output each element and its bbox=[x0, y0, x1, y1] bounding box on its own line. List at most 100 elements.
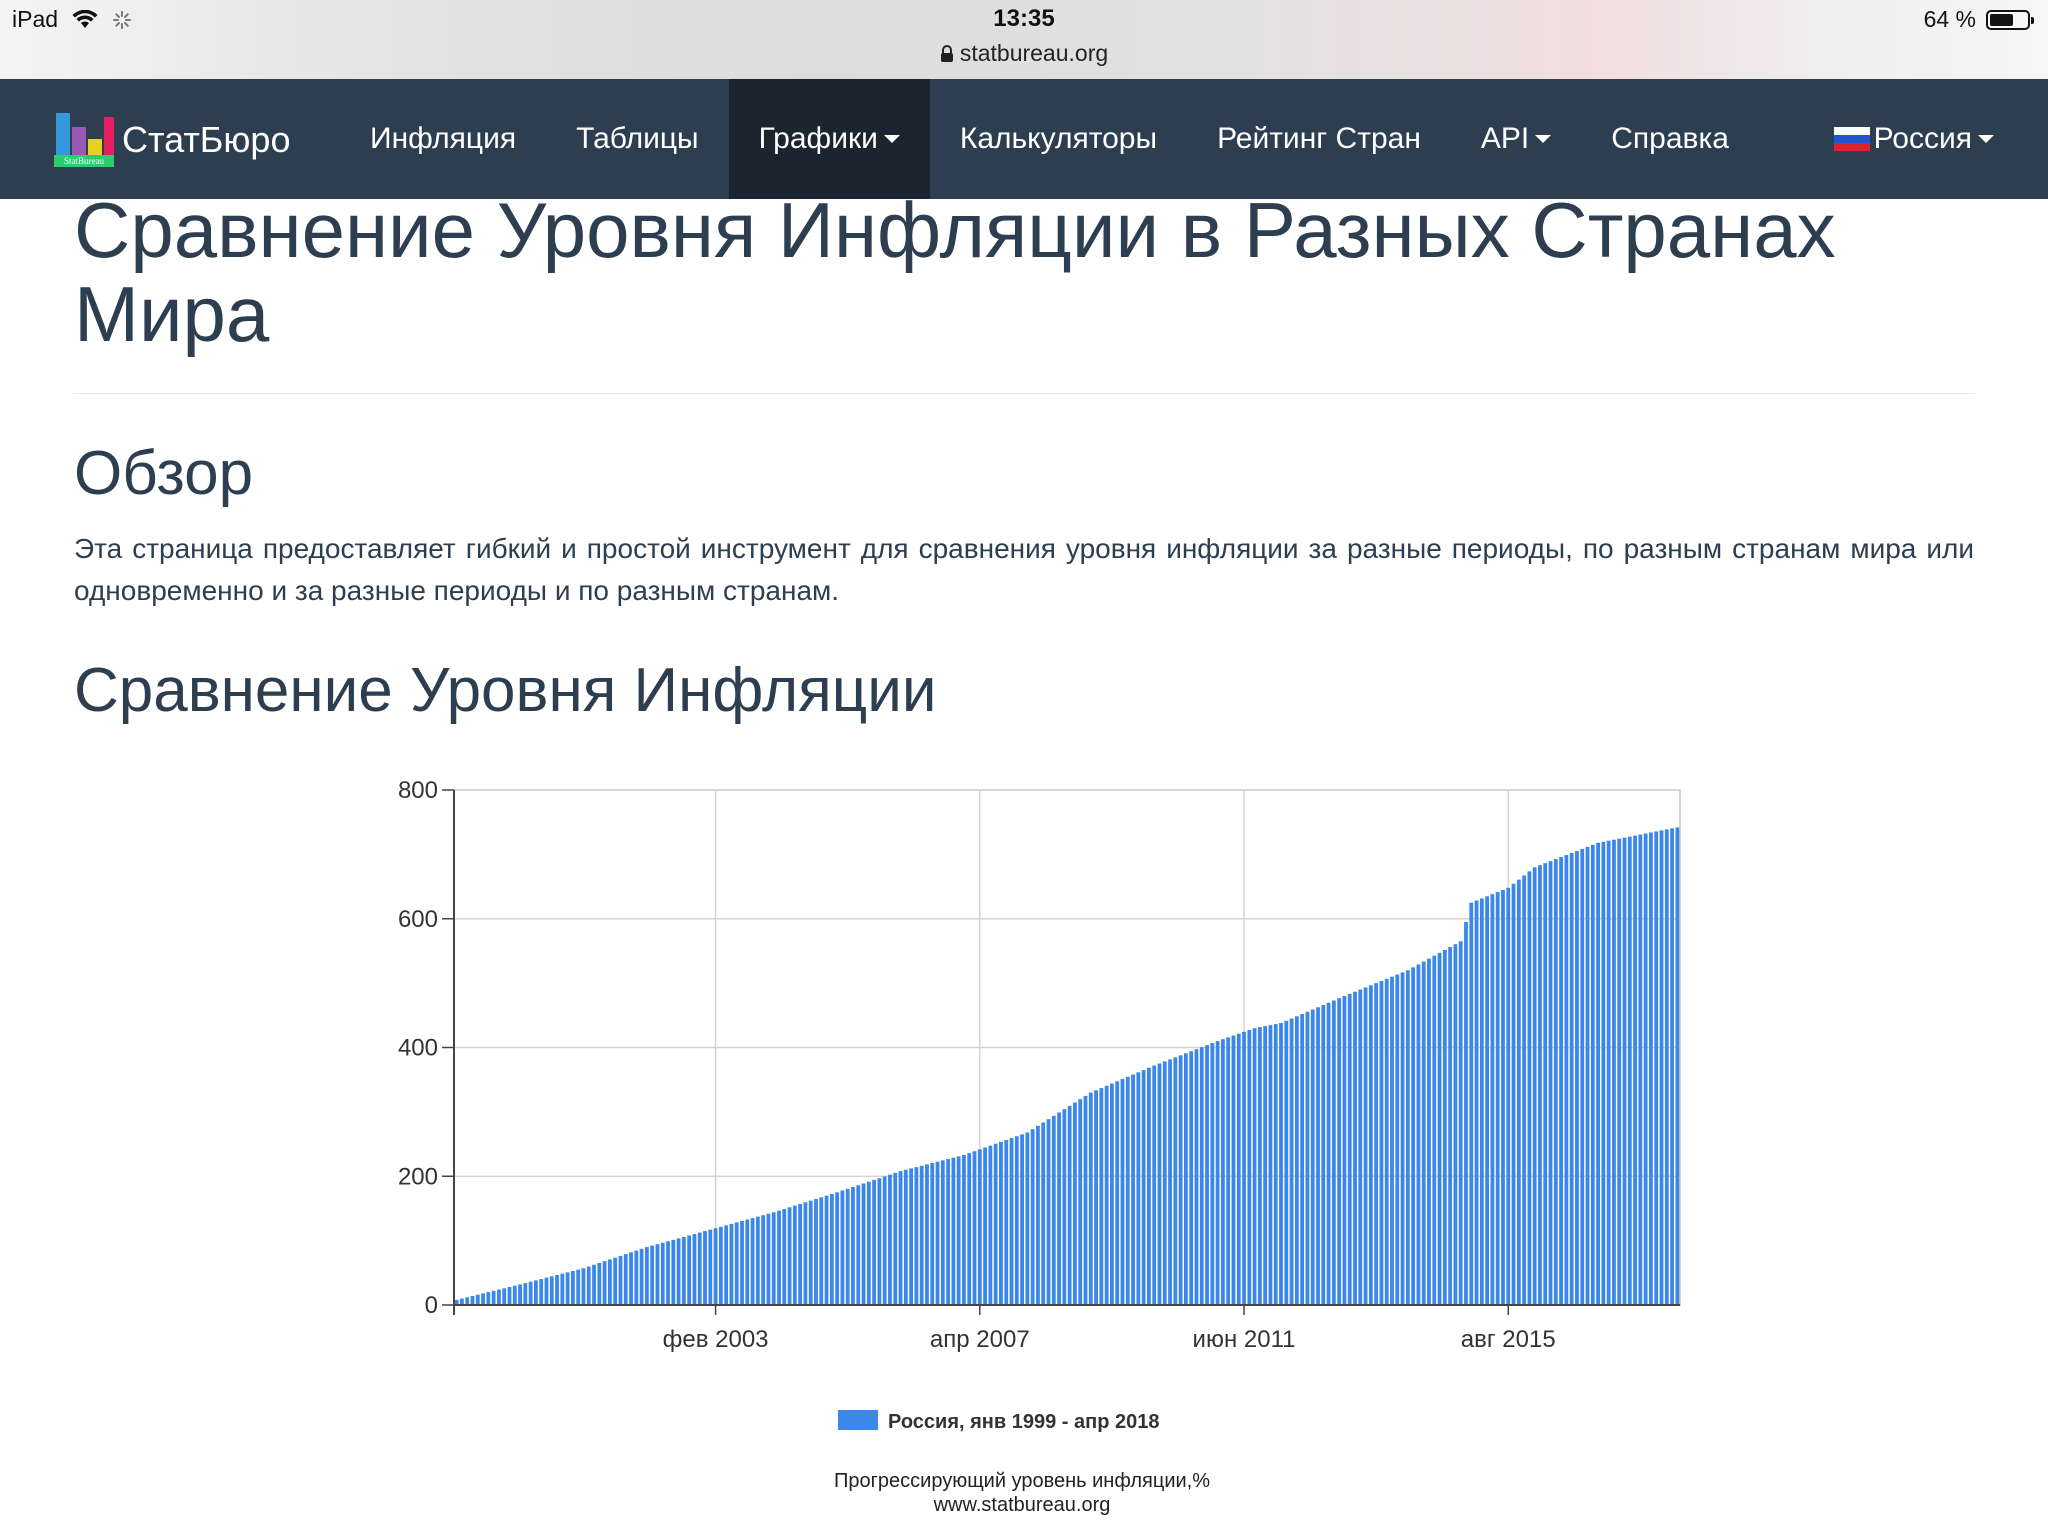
chart-bar bbox=[962, 1155, 966, 1305]
nav-item-charts[interactable]: Графики bbox=[728, 79, 930, 199]
nav-item-calculators[interactable]: Калькуляторы bbox=[930, 79, 1187, 199]
ios-status-bar: iPad 13:35 statbureau.org 64 % bbox=[0, 0, 2048, 80]
chart-bar bbox=[972, 1151, 977, 1305]
nav-item-api[interactable]: API bbox=[1451, 79, 1581, 199]
chart-bar bbox=[925, 1164, 929, 1305]
chart-bar bbox=[676, 1238, 681, 1305]
chart-bar bbox=[1036, 1125, 1040, 1305]
chart-bar bbox=[655, 1244, 660, 1305]
legend-label: Россия, янв 1999 - апр 2018 bbox=[888, 1411, 1159, 1433]
chart-bar bbox=[1220, 1039, 1225, 1305]
chart-bar bbox=[681, 1236, 686, 1305]
chart-bar bbox=[1501, 889, 1505, 1305]
chart-bar bbox=[512, 1285, 517, 1305]
chart-bar bbox=[866, 1181, 871, 1305]
chart-bar bbox=[835, 1192, 840, 1305]
chart-bar bbox=[660, 1242, 665, 1305]
nav-item-tables[interactable]: Таблицы bbox=[546, 79, 729, 199]
nav-label: Справка bbox=[1611, 122, 1729, 155]
chart-bar bbox=[1405, 970, 1410, 1305]
nav-menu: Инфляция Таблицы Графики Калькуляторы Ре… bbox=[340, 79, 1759, 199]
country-selector[interactable]: Россия bbox=[1833, 79, 1994, 199]
chart-bar bbox=[755, 1216, 760, 1305]
chart-bar bbox=[1575, 850, 1579, 1305]
chart-bar bbox=[1368, 985, 1373, 1305]
chart-bar bbox=[703, 1231, 707, 1305]
chart-bar bbox=[597, 1262, 602, 1305]
chart-bar bbox=[1152, 1065, 1157, 1305]
chart-bar bbox=[1400, 972, 1405, 1305]
chart-bar bbox=[629, 1252, 633, 1305]
chart-bar bbox=[914, 1167, 919, 1305]
russia-flag-icon bbox=[1833, 127, 1870, 151]
chart-bar bbox=[898, 1171, 903, 1305]
battery-icon bbox=[1986, 9, 2034, 30]
chart-bar bbox=[1569, 852, 1574, 1305]
chart-bar bbox=[1131, 1074, 1135, 1305]
chart-bar bbox=[1585, 846, 1590, 1305]
chart-bar bbox=[1273, 1024, 1278, 1305]
nav-item-help[interactable]: Справка bbox=[1581, 79, 1759, 199]
chart-bar bbox=[470, 1295, 475, 1305]
chart-bar bbox=[1337, 998, 1342, 1305]
chart-bar bbox=[1353, 991, 1357, 1305]
chart-bar bbox=[903, 1169, 908, 1305]
status-right: 64 % bbox=[1924, 6, 2034, 33]
chart-bar bbox=[1384, 978, 1389, 1305]
chart-bar bbox=[729, 1223, 734, 1305]
chart-bar bbox=[1347, 993, 1352, 1305]
chart-bar bbox=[1617, 838, 1622, 1305]
chart-bar bbox=[1427, 958, 1431, 1305]
chart-bar bbox=[845, 1188, 850, 1305]
chart-bar bbox=[1564, 855, 1569, 1305]
chart-bar bbox=[497, 1289, 501, 1305]
comparison-heading: Сравнение Уровня Инфляции bbox=[74, 656, 937, 725]
chart-bar bbox=[1210, 1043, 1215, 1305]
chart-bar bbox=[1458, 941, 1463, 1305]
chart-bar bbox=[544, 1277, 549, 1305]
chart-bar bbox=[1596, 842, 1600, 1305]
chart-bar bbox=[491, 1290, 496, 1305]
chart-bar bbox=[851, 1187, 855, 1305]
chart-bar bbox=[1057, 1112, 1061, 1305]
y-tick-label: 200 bbox=[398, 1163, 438, 1190]
chart-bar bbox=[803, 1202, 808, 1305]
chart-bar bbox=[576, 1269, 581, 1305]
nav-item-inflation[interactable]: Инфляция bbox=[340, 79, 546, 199]
chart-bar bbox=[1432, 955, 1437, 1305]
statbureau-logo: StatBureau bbox=[54, 113, 114, 167]
chart-bar bbox=[581, 1268, 586, 1305]
chart-bar bbox=[1326, 1002, 1331, 1305]
chart-bar bbox=[481, 1293, 485, 1305]
chart-bar bbox=[1136, 1072, 1141, 1305]
chart-bar bbox=[782, 1208, 787, 1305]
chart-bar bbox=[734, 1222, 739, 1305]
address-bar[interactable]: statbureau.org bbox=[0, 40, 2048, 67]
chart-bar bbox=[872, 1179, 877, 1305]
chart-bar bbox=[1083, 1095, 1088, 1305]
chart-bar bbox=[1532, 867, 1537, 1305]
chart-bar bbox=[1522, 875, 1527, 1305]
page-title: Сравнение Уровня Инфляции в Разных Стран… bbox=[74, 186, 1836, 358]
chart-bar bbox=[777, 1210, 781, 1305]
chart-bar bbox=[1183, 1053, 1188, 1305]
chart-bar bbox=[1173, 1057, 1178, 1305]
chart-bar bbox=[1247, 1030, 1252, 1305]
nav-label: Инфляция bbox=[370, 122, 517, 155]
nav-label: Рейтинг Стран bbox=[1217, 122, 1421, 155]
overview-heading: Обзор bbox=[74, 439, 254, 508]
chart-bar bbox=[1379, 980, 1384, 1305]
chart-bar bbox=[1310, 1009, 1315, 1305]
chart-bar bbox=[1479, 898, 1484, 1305]
y-tick-label: 0 bbox=[425, 1292, 438, 1319]
chart-bar bbox=[1622, 837, 1627, 1305]
chart-bar bbox=[840, 1190, 845, 1305]
country-label: Россия bbox=[1873, 122, 1972, 155]
chart-bar bbox=[740, 1220, 744, 1305]
chart-bar bbox=[750, 1218, 755, 1305]
nav-item-country-rating[interactable]: Рейтинг Стран bbox=[1187, 79, 1451, 199]
chart-bar bbox=[1041, 1122, 1046, 1305]
chart-bar bbox=[771, 1212, 776, 1305]
chart-bar bbox=[1649, 832, 1653, 1305]
brand-link[interactable]: StatBureau СтатБюро bbox=[54, 113, 290, 167]
